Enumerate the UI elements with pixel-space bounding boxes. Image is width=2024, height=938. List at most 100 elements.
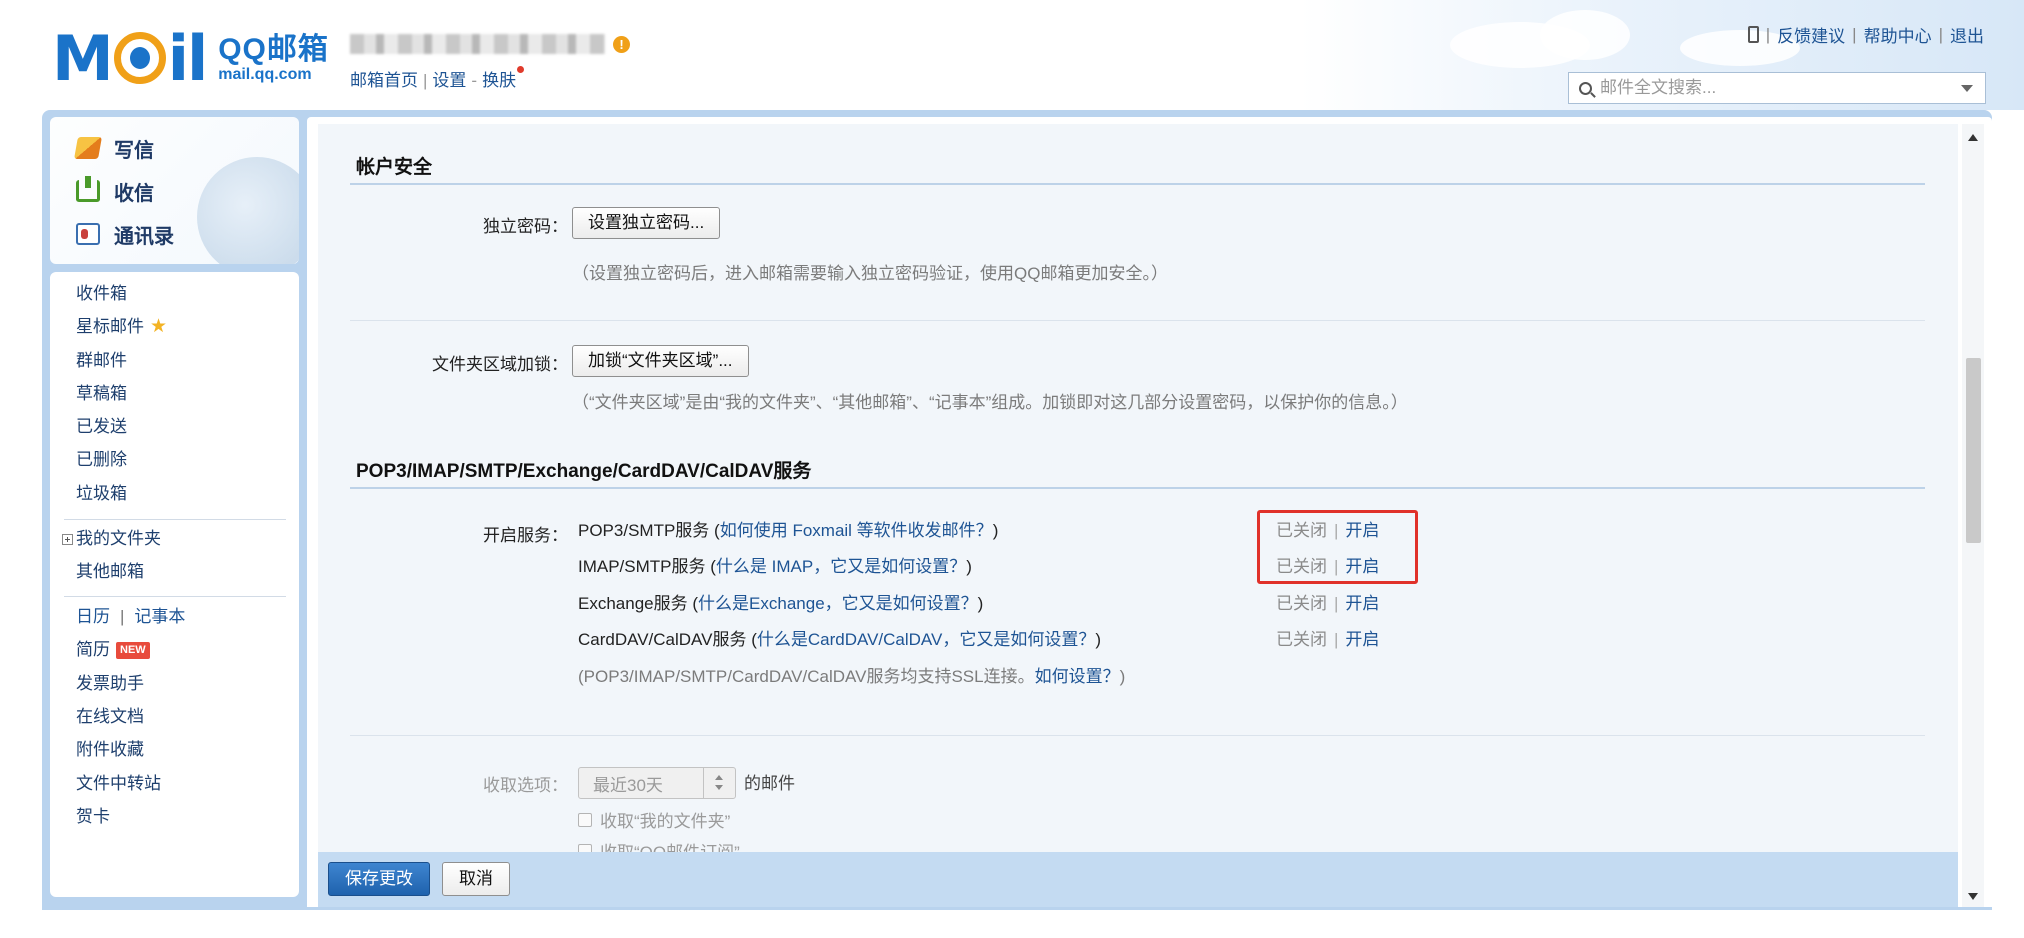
search-box[interactable] bbox=[1568, 72, 1986, 104]
sidebar-item-resume[interactable]: 简历 NEW bbox=[76, 639, 150, 661]
compose-button[interactable]: 写信 bbox=[74, 131, 154, 165]
exchange-status: 已关闭 | 开启 bbox=[1276, 594, 1380, 613]
calendar-notes-row: 日历 | 记事本 bbox=[76, 606, 186, 628]
warning-icon[interactable]: ! bbox=[613, 35, 630, 53]
sidebar-item-notes[interactable]: 记事本 bbox=[134, 606, 185, 628]
receive-range-select[interactable]: 最近30天 bbox=[578, 767, 736, 799]
sidebar-item-deleted[interactable]: 已删除 bbox=[76, 449, 127, 471]
help-center-link[interactable]: 帮助中心 bbox=[1864, 22, 1932, 47]
sidebar-actions: 写信 收信 通讯录 bbox=[50, 117, 299, 264]
lock-folder-area-button[interactable]: 加锁“文件夹区域”... bbox=[572, 345, 749, 377]
settings-link[interactable]: 设置 bbox=[432, 71, 466, 90]
divider bbox=[350, 320, 1925, 321]
top-links: | 反馈建议 | 帮助中心 | 退出 bbox=[1747, 22, 1984, 47]
account-security-title: 帐户安全 bbox=[356, 157, 433, 178]
settings-content: 帐户安全 独立密码： 设置独立密码... （设置独立密码后，进入邮箱需要输入独立… bbox=[318, 124, 1958, 852]
checkbox[interactable] bbox=[578, 812, 592, 827]
sidebar-item-attachments[interactable]: 附件收藏 bbox=[76, 739, 144, 761]
starred-label: 星标邮件 bbox=[76, 317, 144, 336]
save-button[interactable]: 保存更改 bbox=[328, 862, 430, 896]
status-text: 已关闭 bbox=[1276, 594, 1327, 613]
feedback-link[interactable]: 反馈建议 bbox=[1777, 22, 1845, 47]
imap-smtp-service: IMAP/SMTP服务 (什么是 IMAP，它又是如何设置？) bbox=[578, 557, 972, 576]
select-arrows-icon bbox=[703, 768, 735, 798]
folder-lock-label: 文件夹区域加锁： bbox=[432, 355, 568, 374]
carddav-status: 已关闭 | 开启 bbox=[1276, 630, 1380, 649]
pop3-help-link[interactable]: 如何使用 Foxmail 等软件收发邮件？ bbox=[720, 521, 993, 540]
divider bbox=[64, 519, 286, 520]
section-divider bbox=[350, 487, 1925, 489]
carddav-help-link[interactable]: 什么是CardDAV/CalDAV，它又是如何设置？ bbox=[757, 630, 1095, 649]
divider bbox=[64, 596, 286, 597]
scroll-down-arrow-icon[interactable] bbox=[1968, 893, 1978, 900]
sidebar-item-sent[interactable]: 已发送 bbox=[76, 416, 127, 438]
resume-label: 简历 bbox=[76, 640, 110, 659]
sidebar-item-calendar[interactable]: 日历 bbox=[76, 606, 110, 628]
sidebar-item-my-folders[interactable]: 我的文件夹 bbox=[62, 528, 161, 550]
my-folders-label: 我的文件夹 bbox=[76, 529, 161, 548]
pencil-icon bbox=[74, 137, 102, 159]
set-independent-password-button[interactable]: 设置独立密码... bbox=[572, 207, 721, 239]
sidebar-item-group-mail[interactable]: 群邮件 bbox=[76, 350, 127, 372]
cancel-button[interactable]: 取消 bbox=[442, 862, 510, 896]
contacts-label: 通讯录 bbox=[114, 225, 174, 248]
compose-label: 写信 bbox=[114, 139, 154, 162]
independent-password-label: 独立密码： bbox=[483, 217, 568, 236]
chevron-down-icon[interactable] bbox=[1961, 85, 1973, 92]
receive-options-label: 收取选项： bbox=[483, 776, 568, 795]
enable-services-label: 开启服务： bbox=[483, 526, 568, 545]
highlight-box bbox=[1257, 510, 1418, 584]
download-icon bbox=[76, 176, 100, 202]
sidebar-item-file-transfer[interactable]: 文件中转站 bbox=[76, 773, 161, 795]
mailbox-home-link[interactable]: 邮箱首页 bbox=[350, 71, 418, 90]
footer-action-bar: 保存更改 取消 bbox=[318, 852, 1958, 907]
service-name: POP3/SMTP服务 bbox=[578, 521, 710, 540]
ssl-settings-link[interactable]: 如何设置？ bbox=[1035, 667, 1120, 686]
sidebar-item-starred[interactable]: 星标邮件 ★ bbox=[76, 316, 167, 338]
scrollbar-thumb[interactable] bbox=[1966, 358, 1981, 543]
sidebar-item-inbox[interactable]: 收件箱 bbox=[76, 283, 127, 305]
receive-my-folders-option[interactable]: 收取“我的文件夹” bbox=[578, 807, 730, 832]
receive-button[interactable]: 收信 bbox=[76, 174, 154, 208]
service-name: Exchange服务 bbox=[578, 594, 688, 613]
checkbox[interactable] bbox=[578, 843, 592, 852]
sidebar-item-other-mailbox[interactable]: 其他邮箱 bbox=[76, 561, 144, 583]
contacts-button[interactable]: 通讯录 bbox=[76, 217, 174, 251]
sidebar-item-drafts[interactable]: 草稿箱 bbox=[76, 383, 127, 405]
phone-icon[interactable] bbox=[1747, 26, 1759, 43]
ssl-note: (POP3/IMAP/SMTP/CardDAV/CalDAV服务均支持SSL连接… bbox=[578, 667, 1126, 686]
exchange-service: Exchange服务 (什么是Exchange，它又是如何设置？) bbox=[578, 594, 984, 613]
logout-link[interactable]: 退出 bbox=[1950, 22, 1984, 47]
sidebar-item-greeting-cards[interactable]: 贺卡 bbox=[76, 806, 110, 828]
change-skin-link[interactable]: 换肤 bbox=[482, 71, 516, 90]
stamp-decoration-icon bbox=[197, 157, 299, 264]
enable-exchange-link[interactable]: 开启 bbox=[1345, 594, 1379, 613]
receive-qq-subscription-option[interactable]: 收取“QQ邮件订阅” bbox=[578, 838, 740, 852]
star-icon: ★ bbox=[150, 316, 168, 337]
logo-mark: Mil bbox=[52, 21, 208, 95]
service-name: CardDAV/CalDAV服务 bbox=[578, 630, 747, 649]
imap-help-link[interactable]: 什么是 IMAP，它又是如何设置？ bbox=[716, 557, 966, 576]
scroll-up-arrow-icon[interactable] bbox=[1968, 134, 1978, 141]
search-input[interactable] bbox=[1600, 78, 1950, 98]
sidebar-item-invoice-helper[interactable]: 发票助手 bbox=[76, 673, 144, 695]
service-name: IMAP/SMTP服务 bbox=[578, 557, 706, 576]
expand-plus-icon[interactable] bbox=[62, 533, 73, 545]
header: Mil QQ邮箱 mail.qq.com ! 邮箱首页 | 设置 - 换肤 | 反馈建议… bbox=[0, 0, 2024, 112]
pop3-smtp-service: POP3/SMTP服务 (如何使用 Foxmail 等软件收发邮件？) bbox=[578, 521, 999, 540]
search-icon bbox=[1579, 81, 1592, 95]
logo-title: QQ邮箱 bbox=[218, 32, 329, 66]
services-title: POP3/IMAP/SMTP/Exchange/CardDAV/CalDAV服务 bbox=[356, 461, 812, 482]
notification-dot-icon bbox=[517, 66, 525, 73]
option-label: 收取“我的文件夹” bbox=[600, 812, 731, 831]
sidebar-item-online-docs[interactable]: 在线文档 bbox=[76, 706, 144, 728]
new-badge: NEW bbox=[116, 641, 150, 659]
user-account-blurred bbox=[350, 34, 605, 54]
sidebar-folder-list: 收件箱 星标邮件 ★ 群邮件 草稿箱 已发送 已删除 垃圾箱 我的文件夹 其他邮箱… bbox=[50, 272, 299, 897]
enable-carddav-link[interactable]: 开启 bbox=[1345, 630, 1379, 649]
receive-suffix: 的邮件 bbox=[744, 774, 795, 793]
logo[interactable]: Mil QQ邮箱 mail.qq.com bbox=[52, 21, 329, 95]
exchange-help-link[interactable]: 什么是Exchange，它又是如何设置？ bbox=[698, 594, 978, 613]
sidebar-item-spam[interactable]: 垃圾箱 bbox=[76, 483, 127, 505]
carddav-caldav-service: CardDAV/CalDAV服务 (什么是CardDAV/CalDAV，它又是如… bbox=[578, 630, 1102, 649]
